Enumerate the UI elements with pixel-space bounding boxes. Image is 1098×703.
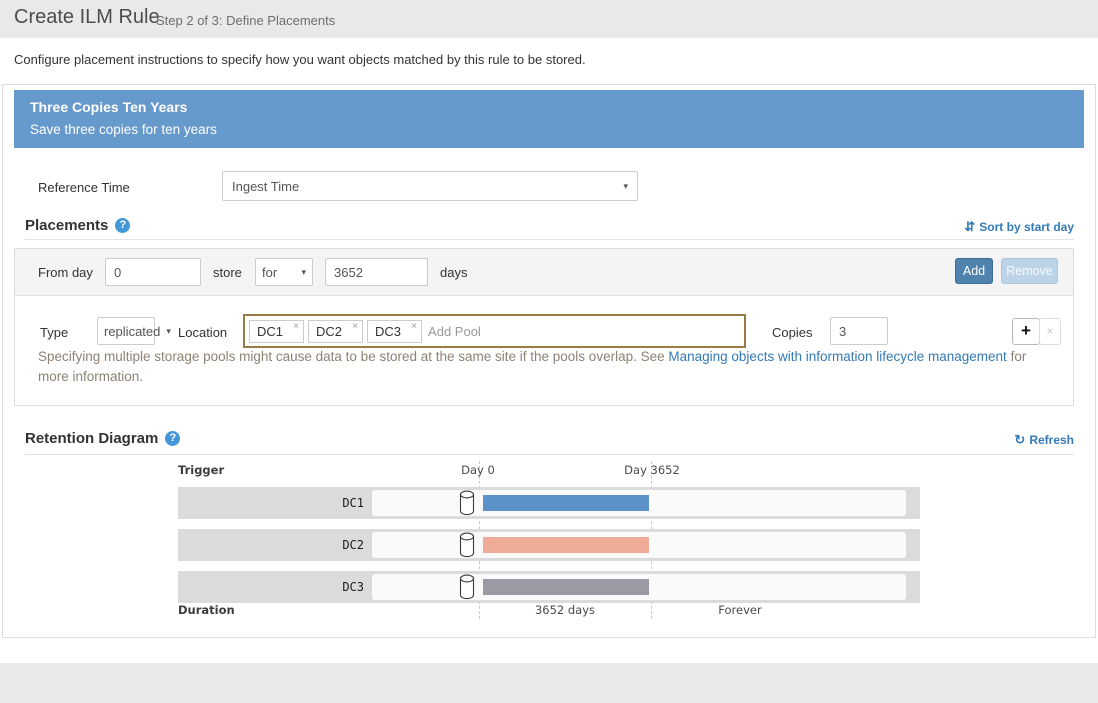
- wizard-footer: Cancel Back Next: [0, 663, 1098, 703]
- page-step-indicator: Step 2 of 3: Define Placements: [156, 13, 335, 28]
- reference-time-select[interactable]: Ingest Time ▾: [222, 171, 638, 201]
- chevron-down-icon: ▾: [623, 181, 628, 192]
- help-question-icon[interactable]: ?: [115, 218, 130, 233]
- retention-row-dc2: DC2: [178, 529, 920, 561]
- chevron-down-icon: ▾: [301, 267, 306, 278]
- retention-row-dc1: DC1: [178, 487, 920, 519]
- location-label: Location: [178, 325, 227, 340]
- duration-segment-label: Forever: [680, 603, 800, 617]
- sort-by-start-day-link[interactable]: ⇵ Sort by start day: [964, 219, 1074, 235]
- sort-arrows-icon: ⇵: [964, 219, 975, 235]
- remove-pool-icon[interactable]: ×: [352, 321, 358, 333]
- placements-section-title: Placements ?: [25, 217, 130, 234]
- remove-pool-icon[interactable]: ×: [293, 321, 299, 333]
- pool-token: DC3 ×: [367, 320, 422, 343]
- type-select[interactable]: replicated ▾: [97, 317, 155, 345]
- pool-name-label: DC1: [178, 496, 364, 510]
- store-label: store: [213, 265, 242, 280]
- retention-bar: [483, 579, 649, 595]
- duration-segment-label: 3652 days: [505, 603, 625, 617]
- delete-rule-line-button[interactable]: ×: [1039, 318, 1061, 345]
- day-start-label: Day 0: [438, 463, 518, 477]
- trigger-axis-label: Trigger: [178, 463, 224, 477]
- page-title: Create ILM Rule: [14, 6, 160, 29]
- storage-node-icon: [459, 574, 475, 600]
- storage-pool-token-field[interactable]: DC1 × DC2 × DC3 ×: [243, 314, 746, 348]
- refresh-link[interactable]: ↻ Refresh: [1014, 432, 1074, 448]
- retention-row-dc3: DC3: [178, 571, 920, 603]
- retention-section-title: Retention Diagram ?: [25, 430, 180, 447]
- page-header: Create ILM Rule Step 2 of 3: Define Plac…: [0, 0, 1098, 38]
- pool-token-label: DC3: [375, 324, 401, 339]
- placements-title-text: Placements: [25, 217, 108, 234]
- ilm-doc-link[interactable]: Managing objects with information lifecy…: [668, 349, 1006, 364]
- copies-input[interactable]: [830, 317, 888, 345]
- remove-placement-button[interactable]: Remove: [1001, 258, 1058, 284]
- reference-time-label: Reference Time: [38, 180, 130, 195]
- storage-node-icon: [459, 532, 475, 558]
- retention-title-text: Retention Diagram: [25, 430, 158, 447]
- pool-overlap-note: Specifying multiple storage pools might …: [38, 347, 1052, 387]
- days-label: days: [440, 265, 467, 280]
- pool-token-label: DC2: [316, 324, 342, 339]
- from-day-input[interactable]: [105, 258, 201, 286]
- type-label: Type: [40, 325, 68, 340]
- duration-days-input[interactable]: [325, 258, 428, 286]
- rule-name: Three Copies Ten Years: [30, 99, 187, 115]
- add-placement-button[interactable]: Add: [955, 258, 993, 284]
- from-day-label: From day: [38, 265, 93, 280]
- pool-name-label: DC3: [178, 580, 364, 594]
- pool-token: DC2 ×: [308, 320, 363, 343]
- add-pool-input[interactable]: [426, 323, 740, 340]
- rule-description: Save three copies for ten years: [30, 122, 217, 137]
- retention-bar: [483, 537, 649, 553]
- reference-time-value: Ingest Time: [232, 179, 299, 194]
- store-mode-value: for: [262, 265, 277, 280]
- create-ilm-rule-page: Create ILM Rule Step 2 of 3: Define Plac…: [0, 0, 1098, 703]
- placements-divider: [25, 239, 1074, 240]
- retention-bar: [483, 495, 649, 511]
- sort-link-label: Sort by start day: [979, 220, 1074, 234]
- pool-token: DC1 ×: [249, 320, 304, 343]
- note-prefix: Specifying multiple storage pools might …: [38, 349, 668, 364]
- chevron-down-icon: ▾: [166, 326, 171, 337]
- pool-token-label: DC1: [257, 324, 283, 339]
- type-value: replicated: [104, 324, 160, 339]
- retention-divider: [25, 454, 1074, 455]
- store-mode-select[interactable]: for ▾: [255, 258, 313, 286]
- storage-node-icon: [459, 490, 475, 516]
- refresh-icon: ↻: [1014, 432, 1025, 448]
- day-end-label: Day 3652: [612, 463, 692, 477]
- copies-label: Copies: [772, 325, 812, 340]
- remove-pool-icon[interactable]: ×: [411, 321, 417, 333]
- intro-text: Configure placement instructions to spec…: [14, 52, 586, 67]
- pool-name-label: DC2: [178, 538, 364, 552]
- refresh-link-label: Refresh: [1029, 433, 1074, 447]
- duration-axis-label: Duration: [178, 603, 235, 617]
- help-question-icon[interactable]: ?: [165, 431, 180, 446]
- add-rule-line-button[interactable]: +: [1012, 318, 1040, 345]
